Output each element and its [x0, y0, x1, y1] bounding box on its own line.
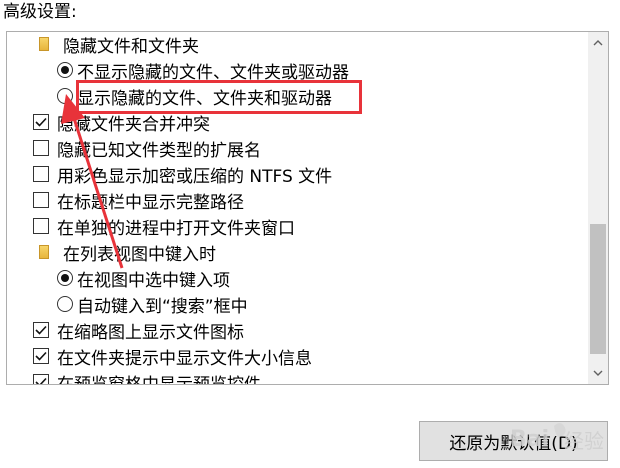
- checkbox-checked-icon[interactable]: [33, 374, 49, 384]
- radio-dot: [61, 274, 69, 282]
- setting-checkbox-option[interactable]: 在文件夹提示中显示文件大小信息: [33, 343, 312, 369]
- folder-options-advanced-settings: 高级设置: 隐藏文件和文件夹不显示隐藏的文件、文件夹或驱动器 显示隐藏的文件、文件…: [0, 0, 620, 468]
- setting-label: 隐藏已知文件类型的扩展名: [57, 140, 261, 161]
- checkbox-checked-icon[interactable]: [33, 114, 49, 130]
- setting-label: 在列表视图中键入时: [63, 244, 216, 265]
- setting-label: 在文件夹提示中显示文件大小信息: [57, 348, 312, 369]
- checkbox-checked-icon[interactable]: [33, 348, 49, 364]
- setting-checkbox-option[interactable]: 用彩色显示加密或压缩的 NTFS 文件: [33, 161, 332, 187]
- setting-group-header: 在列表视图中键入时: [35, 239, 216, 265]
- setting-radio-option[interactable]: 不显示隐藏的文件、文件夹或驱动器: [57, 57, 349, 83]
- setting-label: 在视图中选中键入项: [77, 270, 230, 291]
- setting-label: 隐藏文件夹合并冲突: [57, 114, 210, 135]
- setting-label: 在缩略图上显示文件图标: [57, 322, 244, 343]
- radio-unselected-icon[interactable]: [57, 296, 73, 312]
- setting-label: 不显示隐藏的文件、文件夹或驱动器: [77, 62, 349, 83]
- setting-checkbox-option[interactable]: 隐藏已知文件类型的扩展名: [33, 135, 261, 161]
- setting-checkbox-option[interactable]: 在标题栏中显示完整路径: [33, 187, 244, 213]
- setting-radio-option[interactable]: 自动键入到“搜索”框中: [57, 291, 248, 317]
- setting-checkbox-option[interactable]: 在单独的进程中打开文件夹窗口: [33, 213, 295, 239]
- setting-label: 在单独的进程中打开文件夹窗口: [57, 218, 295, 239]
- setting-label: 用彩色显示加密或压缩的 NTFS 文件: [57, 166, 333, 187]
- scroll-up-icon[interactable]: [588, 32, 608, 54]
- advanced-settings-label: 高级设置:: [3, 2, 77, 22]
- folder-icon: [39, 37, 49, 51]
- setting-checkbox-option[interactable]: 在缩略图上显示文件图标: [33, 317, 244, 343]
- radio-unselected-icon[interactable]: [57, 88, 73, 104]
- setting-group-header: 隐藏文件和文件夹: [35, 32, 199, 57]
- setting-radio-option[interactable]: 显示隐藏的文件、文件夹和驱动器: [57, 83, 332, 109]
- scroll-down-icon[interactable]: [588, 362, 608, 384]
- setting-label: 显示隐藏的文件、文件夹和驱动器: [77, 88, 332, 109]
- vertical-scrollbar[interactable]: [588, 32, 608, 384]
- checkbox-unchecked-icon[interactable]: [33, 218, 49, 234]
- setting-checkbox-option[interactable]: 隐藏文件夹合并冲突: [33, 109, 210, 135]
- radio-selected-icon[interactable]: [57, 62, 73, 78]
- radio-dot: [61, 66, 69, 74]
- setting-label: 在预览窗格中显示预览控件: [57, 374, 261, 385]
- restore-defaults-button[interactable]: 还原为默认值(D): [419, 421, 608, 461]
- checkbox-unchecked-icon[interactable]: [33, 166, 49, 182]
- setting-checkbox-option[interactable]: 在预览窗格中显示预览控件: [33, 369, 261, 385]
- checkbox-unchecked-icon[interactable]: [33, 140, 49, 156]
- checkbox-unchecked-icon[interactable]: [33, 192, 49, 208]
- setting-label: 隐藏文件和文件夹: [63, 36, 199, 57]
- setting-radio-option[interactable]: 在视图中选中键入项: [57, 265, 230, 291]
- setting-label: 自动键入到“搜索”框中: [77, 296, 248, 317]
- folder-icon: [39, 245, 49, 259]
- radio-selected-icon[interactable]: [57, 270, 73, 286]
- setting-label: 在标题栏中显示完整路径: [57, 192, 244, 213]
- scrollbar-thumb[interactable]: [590, 224, 606, 354]
- advanced-settings-list[interactable]: 隐藏文件和文件夹不显示隐藏的文件、文件夹或驱动器 显示隐藏的文件、文件夹和驱动器隐…: [6, 31, 609, 385]
- checkbox-checked-icon[interactable]: [33, 322, 49, 338]
